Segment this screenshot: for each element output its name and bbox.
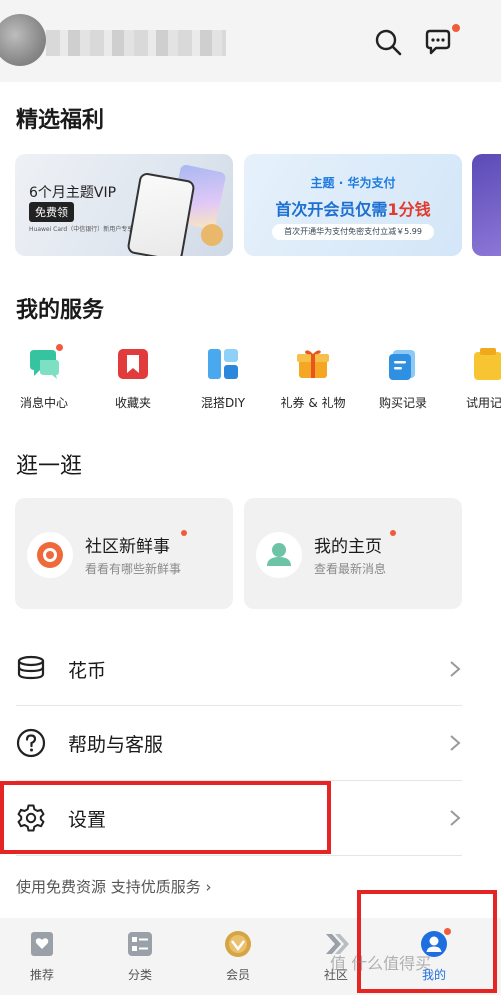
service-label: 试用记 [466,396,501,410]
mine-tab-highlight-box [357,890,497,993]
message-center-badge [56,344,63,351]
blurred-username [46,30,226,56]
service-label: 收藏夹 [114,396,151,410]
service-favorites[interactable]: 收藏夹 [97,346,169,411]
chevron-right-icon [448,734,462,752]
service-label: 礼券 & 礼物 [280,396,346,410]
message-badge [452,24,460,32]
service-mix-diy[interactable]: 混搭DIY [187,346,259,411]
gift-icon [295,346,331,382]
vip-banner-badge: 免费领 [29,202,74,222]
menu-row-coins[interactable]: 花币 [0,632,480,706]
service-purchase-record[interactable]: 购买记录 [367,346,439,411]
community-news-card[interactable]: 社区新鲜事 看看有哪些新鲜事 [15,498,233,609]
divider [16,855,462,856]
nav-label: 分类 [127,968,152,982]
vip-banner-title: 6个月主题VIP [29,185,117,201]
mix-diy-icon [205,346,241,382]
menu-row-help[interactable]: 帮助与客服 [0,706,480,780]
welfare-title: 精选福利 [16,108,105,133]
my-homepage-sub: 查看最新消息 [314,562,387,576]
community-news-title: 社区新鲜事 [85,537,170,557]
my-homepage-title: 我的主页 [314,537,382,557]
pay-banner-main-highlight: 1分钱 [387,200,431,219]
community-news-badge [181,530,187,536]
nav-label: 会员 [225,968,250,982]
watermark: 值 什么值得买 [330,954,432,973]
partial-banner[interactable] [472,154,501,256]
trial-icon [470,346,501,382]
my-homepage-badge [390,530,396,536]
vip-banner[interactable]: 6个月主题VIP 免费领 Huawei Card（中信银行）新用户专享 [15,154,233,256]
browse-title: 逛一逛 [16,454,83,479]
pay-banner-main: 首次开会员仅需1分钱 [244,196,462,220]
service-label: 消息中心 [19,396,68,410]
nav-category[interactable]: 分类 [110,926,170,983]
favorites-icon [115,346,151,382]
free-resources-link[interactable]: 使用免费资源 支持优质服务 › [16,876,212,897]
pay-banner-top: 主题 · 华为支付 [310,176,396,190]
message-icon[interactable] [422,26,454,58]
recommend-icon [28,930,56,958]
avatar[interactable] [0,14,46,66]
chevron-right-icon [448,660,462,678]
search-icon[interactable] [372,26,404,58]
message-center-icon [26,344,63,382]
member-icon [224,930,252,958]
service-label: 混搭DIY [200,396,246,410]
nav-recommend[interactable]: 推荐 [12,926,72,983]
profile-icon [256,532,302,578]
top-bar [0,0,501,82]
purchase-record-icon [385,346,421,382]
service-label: 购买记录 [378,396,427,410]
coins-icon [16,654,46,684]
services-title: 我的服务 [16,298,105,323]
pay-banner-main-prefix: 首次开会员仅需 [275,200,388,219]
my-homepage-card[interactable]: 我的主页 查看最新消息 [244,498,462,609]
vip-banner-sub: Huawei Card（中信银行）新用户专享 [29,226,134,233]
phone-image [126,171,196,256]
settings-highlight-box [0,781,331,854]
pay-banner[interactable]: 主题 · 华为支付 首次开会员仅需1分钱 首次开通华为支付免密支付立减￥5.99 [244,154,462,256]
service-message-center[interactable]: 消息中心 [8,344,80,411]
menu-label: 花币 [68,660,107,682]
community-news-sub: 看看有哪些新鲜事 [85,562,182,576]
menu-label: 帮助与客服 [68,734,164,756]
nav-label: 推荐 [29,968,54,982]
category-icon [126,930,154,958]
service-gift[interactable]: 礼券 & 礼物 [277,346,349,411]
service-trial[interactable]: 试用记 [450,346,501,411]
community-icon [27,532,73,578]
help-icon [16,728,46,758]
chevron-right-icon [448,809,462,827]
pay-banner-sub: 首次开通华为支付免密支付立减￥5.99 [272,224,434,240]
coin-image [201,224,223,246]
nav-member[interactable]: 会员 [208,926,268,983]
